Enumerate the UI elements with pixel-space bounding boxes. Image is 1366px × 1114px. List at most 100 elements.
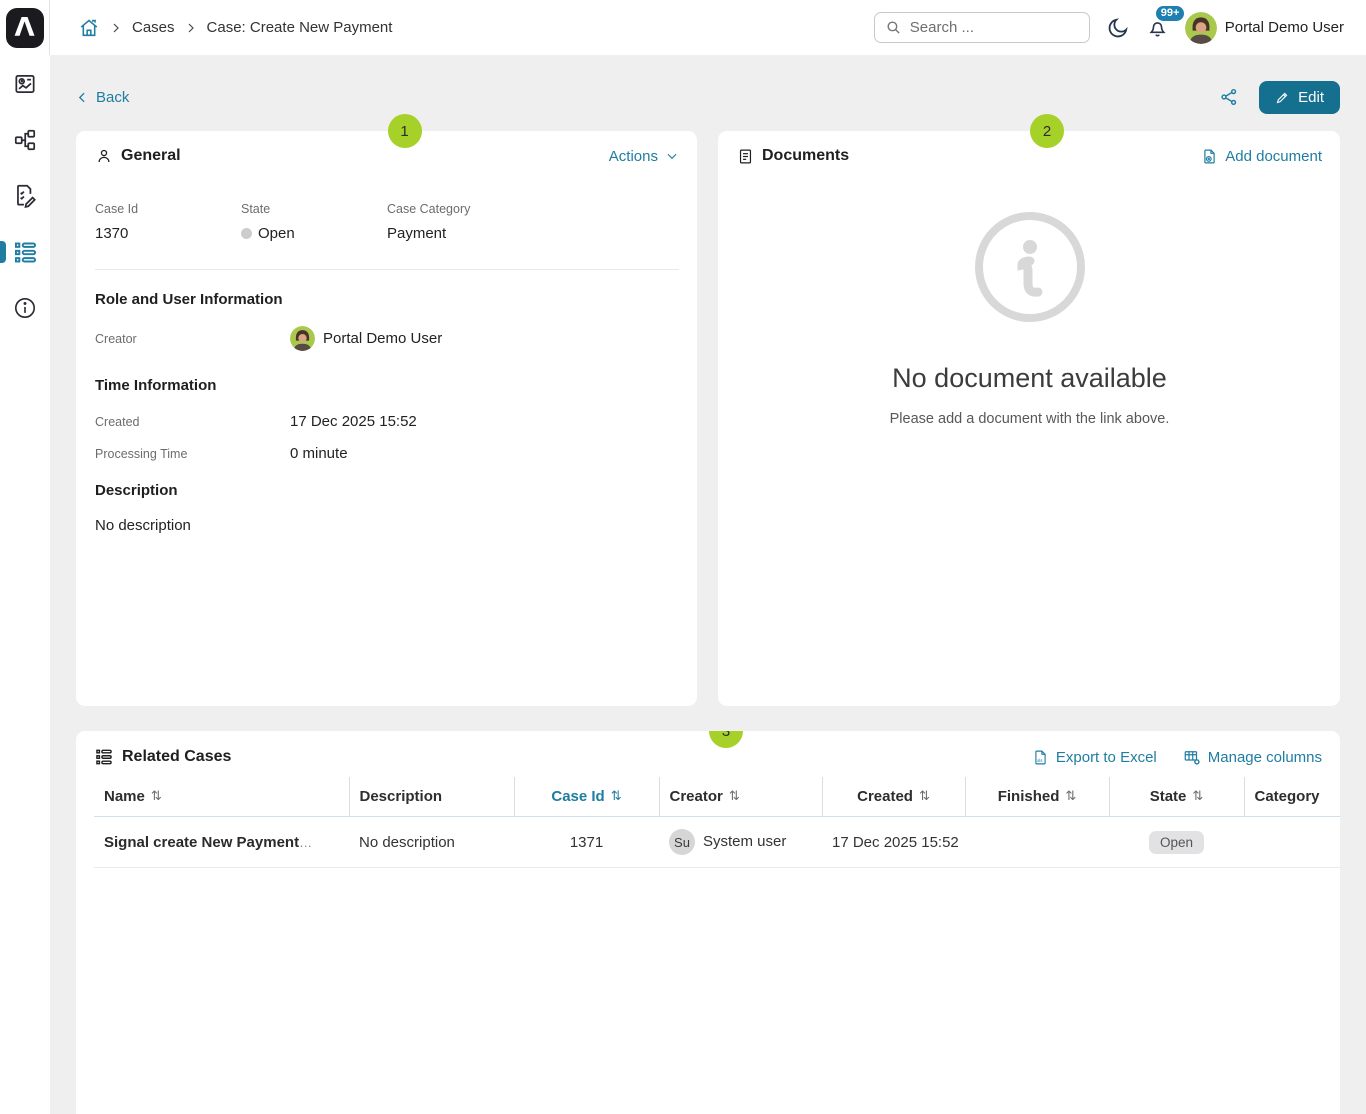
- creator-value: Portal Demo User: [290, 326, 679, 351]
- user-name: Portal Demo User: [1225, 19, 1344, 36]
- app-logo[interactable]: Λ: [6, 8, 44, 48]
- column-header-creator[interactable]: Creator ⇅: [659, 777, 822, 817]
- breadcrumb-current-page: Case: Create New Payment: [207, 19, 393, 36]
- documents-empty-state: No document available Please add a docum…: [737, 211, 1322, 427]
- search-icon: [885, 19, 902, 36]
- related-cases-table: Name ⇅ Description Case Id ⇅ C: [94, 777, 1340, 868]
- info-circle-icon: [974, 211, 1086, 323]
- general-card: 1 General Actions: [76, 131, 697, 706]
- processing-time-label: Processing Time: [95, 447, 290, 461]
- time-section-title: Time Information: [95, 377, 679, 394]
- share-button[interactable]: [1219, 87, 1239, 107]
- step-badge-3: 3: [709, 731, 743, 748]
- sort-icon[interactable]: ⇅: [919, 789, 930, 804]
- global-search: [874, 12, 1090, 43]
- description-value: No description: [95, 517, 679, 534]
- chevron-down-icon: [665, 149, 679, 163]
- sidebar-item-tasks[interactable]: [0, 178, 50, 214]
- task-edit-icon: [12, 183, 38, 209]
- avatar: [1185, 12, 1217, 44]
- process-icon: [12, 127, 38, 153]
- breadcrumb-cases[interactable]: Cases: [132, 19, 175, 36]
- creator-avatar: [290, 326, 315, 351]
- empty-state-hint: Please add a document with the link abov…: [890, 411, 1170, 427]
- empty-state-title: No document available: [892, 363, 1167, 394]
- chevron-right-icon: [110, 22, 122, 34]
- chevron-left-icon: [76, 91, 89, 104]
- created-value: 17 Dec 2025 15:52: [290, 413, 679, 430]
- person-icon: [95, 147, 113, 165]
- sidebar-item-info[interactable]: [0, 290, 50, 326]
- state-field: State Open: [241, 202, 387, 242]
- documents-card-title: Documents: [762, 147, 849, 165]
- case-list-icon: [12, 239, 39, 266]
- related-list-icon: [94, 747, 114, 767]
- description-title: Description: [95, 482, 679, 499]
- manage-columns-icon: [1183, 748, 1201, 766]
- column-header-category[interactable]: Category: [1244, 777, 1340, 817]
- page-toolbar: Back Edi: [76, 81, 1340, 113]
- dashboard-icon: [12, 71, 38, 97]
- column-header-created[interactable]: Created ⇅: [822, 777, 965, 817]
- row-category: [1244, 817, 1340, 868]
- excel-file-icon: xls: [1032, 749, 1049, 766]
- sort-icon[interactable]: ⇅: [151, 789, 162, 804]
- sidebar-item-processes[interactable]: [0, 122, 50, 158]
- state-dot: [241, 228, 252, 239]
- column-header-name[interactable]: Name ⇅: [94, 777, 349, 817]
- logo-cell: Λ: [0, 0, 50, 55]
- column-header-case-id[interactable]: Case Id ⇅: [514, 777, 659, 817]
- add-document-link[interactable]: Add document: [1201, 148, 1322, 165]
- notification-count-badge: 99+: [1156, 6, 1185, 21]
- sort-icon[interactable]: ⇅: [729, 789, 740, 804]
- manage-columns-button[interactable]: Manage columns: [1183, 748, 1322, 766]
- row-description: No description: [349, 817, 514, 868]
- document-icon: [737, 148, 754, 165]
- edit-button[interactable]: Edit: [1259, 81, 1340, 114]
- share-icon: [1219, 87, 1239, 107]
- creator-initials-avatar: Su: [669, 829, 695, 855]
- chevron-right-icon: [185, 22, 197, 34]
- table-row[interactable]: Signal create New Payment… No descriptio…: [94, 817, 1340, 868]
- user-menu[interactable]: Portal Demo User: [1185, 12, 1344, 44]
- category-field: Case Category Payment: [387, 202, 679, 242]
- related-cases-title: Related Cases: [122, 748, 231, 766]
- creator-label: Creator: [95, 332, 290, 346]
- role-section-title: Role and User Information: [95, 291, 679, 308]
- truncation-ellipsis: …: [299, 835, 312, 850]
- breadcrumb: Cases Case: Create New Payment: [78, 17, 392, 39]
- column-header-description[interactable]: Description: [349, 777, 514, 817]
- topbar: Cases Case: Create New Payment: [50, 0, 1366, 55]
- info-icon: [12, 295, 38, 321]
- notifications-button[interactable]: 99+: [1146, 16, 1169, 39]
- add-document-icon: [1201, 148, 1218, 165]
- home-icon[interactable]: [78, 17, 100, 39]
- row-creator: SuSystem user: [659, 817, 822, 868]
- dark-mode-toggle[interactable]: [1106, 16, 1130, 40]
- sort-icon[interactable]: ⇅: [1065, 789, 1076, 804]
- sort-icon[interactable]: ⇅: [1192, 789, 1203, 804]
- sidebar: [0, 55, 50, 1114]
- main-content: Back Edi: [50, 55, 1366, 1114]
- pencil-icon: [1275, 90, 1290, 105]
- sort-icon-active[interactable]: ⇅: [611, 789, 622, 804]
- search-input[interactable]: [910, 19, 1079, 36]
- column-header-state[interactable]: State ⇅: [1109, 777, 1244, 817]
- related-cases-card: 3 Related Cases: [76, 731, 1340, 1114]
- step-badge-1: 1: [388, 114, 422, 148]
- divider: [95, 269, 679, 270]
- svg-text:xls: xls: [1037, 757, 1043, 762]
- row-case-id: 1371: [514, 817, 659, 868]
- actions-dropdown[interactable]: Actions: [609, 148, 679, 165]
- row-finished: [965, 817, 1109, 868]
- row-case-name[interactable]: Signal create New Payment: [104, 834, 299, 851]
- sidebar-item-cases[interactable]: [0, 234, 50, 270]
- column-header-finished[interactable]: Finished ⇅: [965, 777, 1109, 817]
- processing-time-value: 0 minute: [290, 445, 679, 462]
- row-state: Open: [1109, 817, 1244, 868]
- export-to-excel-button[interactable]: xls Export to Excel: [1032, 749, 1157, 766]
- row-created: 17 Dec 2025 15:52: [822, 817, 965, 868]
- back-button[interactable]: Back: [76, 89, 129, 106]
- sidebar-item-dashboard[interactable]: [0, 66, 50, 102]
- step-badge-2: 2: [1030, 114, 1064, 148]
